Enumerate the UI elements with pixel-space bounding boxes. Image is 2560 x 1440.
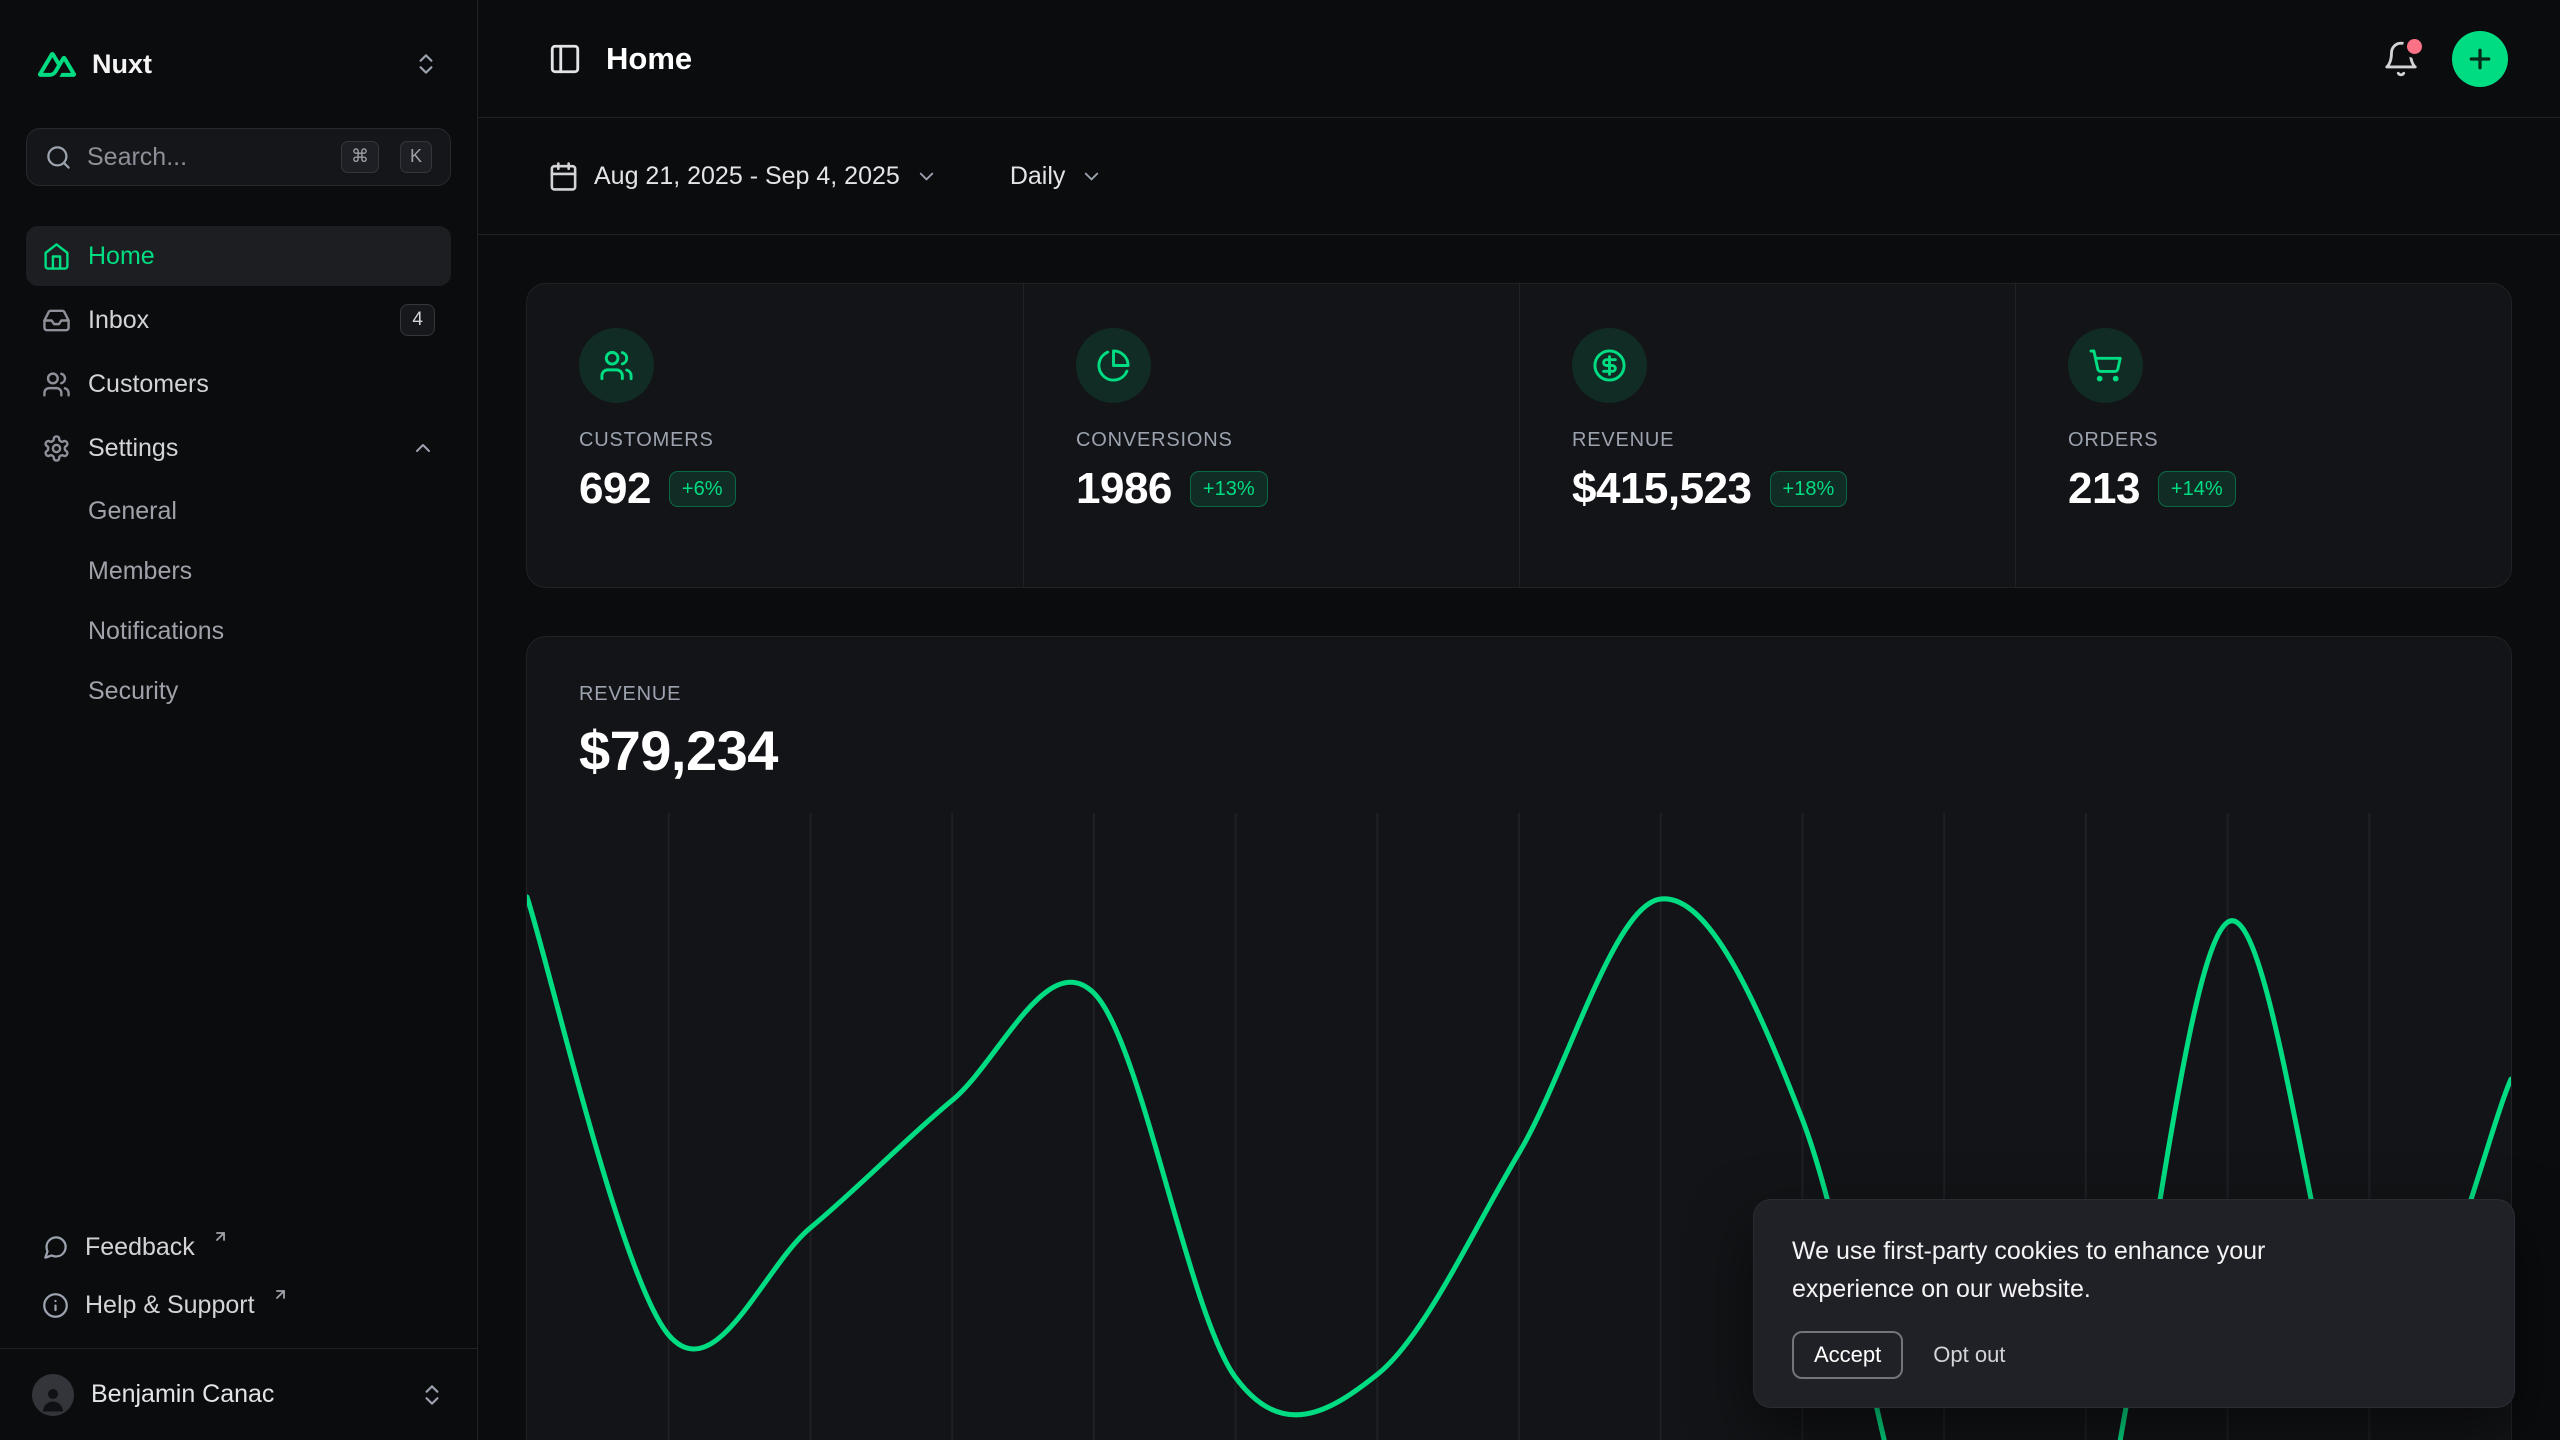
- sidebar: Nuxt Search... ⌘ K Home: [0, 0, 478, 1440]
- users-icon: [42, 370, 71, 399]
- help-support-link[interactable]: Help & Support: [26, 1276, 451, 1334]
- revenue-chart-value: $79,234: [579, 718, 2459, 783]
- kbd-k-key: K: [400, 141, 432, 173]
- stat-delta-badge: +18%: [1770, 471, 1848, 507]
- stats-row: CUSTOMERS 692 +6% CONVERSIONS 1986 +13%: [526, 283, 2512, 588]
- notification-dot: [2407, 39, 2422, 54]
- date-range-picker[interactable]: Aug 21, 2025 - Sep 4, 2025: [548, 161, 938, 192]
- gear-icon: [42, 434, 71, 463]
- stat-label: CUSTOMERS: [579, 429, 971, 452]
- sidebar-item-label: General: [88, 497, 177, 526]
- period-label: Daily: [1010, 162, 1066, 191]
- workspace-switcher[interactable]: Nuxt: [26, 36, 451, 92]
- stat-label: ORDERS: [2068, 429, 2459, 452]
- chevrons-up-down-icon: [419, 1382, 445, 1408]
- search-input[interactable]: Search... ⌘ K: [26, 128, 451, 186]
- pie-chart-icon: [1076, 328, 1151, 403]
- footer-link-label: Feedback: [85, 1233, 195, 1262]
- feedback-link[interactable]: Feedback: [26, 1218, 451, 1276]
- sidebar-item-customers[interactable]: Customers: [26, 354, 451, 414]
- sidebar-item-general[interactable]: General: [26, 482, 451, 540]
- cookie-accept-button[interactable]: Accept: [1792, 1331, 1903, 1379]
- sidebar-item-label: Members: [88, 557, 192, 586]
- avatar: [32, 1374, 74, 1416]
- sidebar-item-settings[interactable]: Settings: [26, 418, 451, 478]
- page-title: Home: [606, 41, 692, 77]
- search-icon: [45, 144, 72, 171]
- sidebar-footer: Feedback Help & Support: [0, 1218, 477, 1348]
- kbd-meta-key: ⌘: [341, 141, 379, 173]
- sidebar-item-notifications[interactable]: Notifications: [26, 602, 451, 660]
- sidebar-item-members[interactable]: Members: [26, 542, 451, 600]
- stat-delta-badge: +6%: [669, 471, 736, 507]
- cookie-message: We use first-party cookies to enhance yo…: [1792, 1232, 2372, 1310]
- feedback-icon: [42, 1234, 69, 1261]
- notifications-button[interactable]: [2382, 40, 2420, 78]
- stat-value: 213: [2068, 464, 2140, 514]
- sidebar-item-label: Inbox: [88, 306, 149, 335]
- sidebar-nav: Home Inbox 4 Customers Settings: [26, 226, 451, 722]
- cart-icon: [2068, 328, 2143, 403]
- user-name: Benjamin Canac: [91, 1380, 402, 1409]
- dashboard-app: { "brand": { "name": "Nuxt" }, "colors":…: [0, 0, 2560, 1440]
- external-link-icon: [212, 1228, 229, 1245]
- period-select[interactable]: Daily: [1010, 162, 1104, 191]
- workspace-name: Nuxt: [92, 49, 397, 80]
- revenue-chart-label: REVENUE: [579, 683, 2459, 706]
- stat-revenue[interactable]: REVENUE $415,523 +18%: [1519, 284, 2015, 587]
- page-header: Home: [478, 0, 2560, 118]
- sidebar-item-label: Home: [88, 242, 155, 271]
- users-icon: [579, 328, 654, 403]
- filters-toolbar: Aug 21, 2025 - Sep 4, 2025 Daily: [478, 118, 2560, 235]
- chevrons-up-down-icon: [413, 51, 439, 77]
- footer-link-label: Help & Support: [85, 1291, 255, 1320]
- chevron-down-icon: [1080, 165, 1103, 188]
- inbox-count-badge: 4: [400, 304, 435, 337]
- sidebar-item-home[interactable]: Home: [26, 226, 451, 286]
- inbox-icon: [42, 306, 71, 335]
- user-menu[interactable]: Benjamin Canac: [0, 1348, 477, 1440]
- stat-conversions[interactable]: CONVERSIONS 1986 +13%: [1023, 284, 1519, 587]
- chevron-down-icon: [915, 165, 938, 188]
- plus-icon: [2465, 44, 2495, 74]
- nuxt-logo-icon: [38, 51, 76, 78]
- add-button[interactable]: [2452, 31, 2508, 87]
- circle-dollar-icon: [1572, 328, 1647, 403]
- sidebar-item-label: Customers: [88, 370, 209, 399]
- stat-value: 1986: [1076, 464, 1172, 514]
- date-range-label: Aug 21, 2025 - Sep 4, 2025: [594, 162, 900, 191]
- info-icon: [42, 1292, 69, 1319]
- stat-delta-badge: +14%: [2158, 471, 2236, 507]
- external-link-icon: [272, 1286, 289, 1303]
- home-icon: [42, 242, 71, 271]
- chevron-up-icon: [411, 436, 435, 460]
- sidebar-item-label: Security: [88, 677, 178, 706]
- stat-orders[interactable]: ORDERS 213 +14%: [2015, 284, 2511, 587]
- stat-value: 692: [579, 464, 651, 514]
- stat-label: CONVERSIONS: [1076, 429, 1467, 452]
- panel-left-icon[interactable]: [548, 42, 582, 76]
- stat-delta-badge: +13%: [1190, 471, 1268, 507]
- settings-children: General Members Notifications Security: [26, 482, 451, 720]
- sidebar-item-label: Settings: [88, 434, 178, 463]
- stat-label: REVENUE: [1572, 429, 1963, 452]
- cookie-banner: We use first-party cookies to enhance yo…: [1753, 1199, 2515, 1409]
- sidebar-item-label: Notifications: [88, 617, 224, 646]
- sidebar-item-security[interactable]: Security: [26, 662, 451, 720]
- stat-customers[interactable]: CUSTOMERS 692 +6%: [527, 284, 1023, 587]
- search-placeholder: Search...: [87, 143, 326, 172]
- calendar-icon: [548, 161, 579, 192]
- sidebar-item-inbox[interactable]: Inbox 4: [26, 290, 451, 350]
- stat-value: $415,523: [1572, 464, 1752, 514]
- cookie-optout-button[interactable]: Opt out: [1913, 1331, 2025, 1379]
